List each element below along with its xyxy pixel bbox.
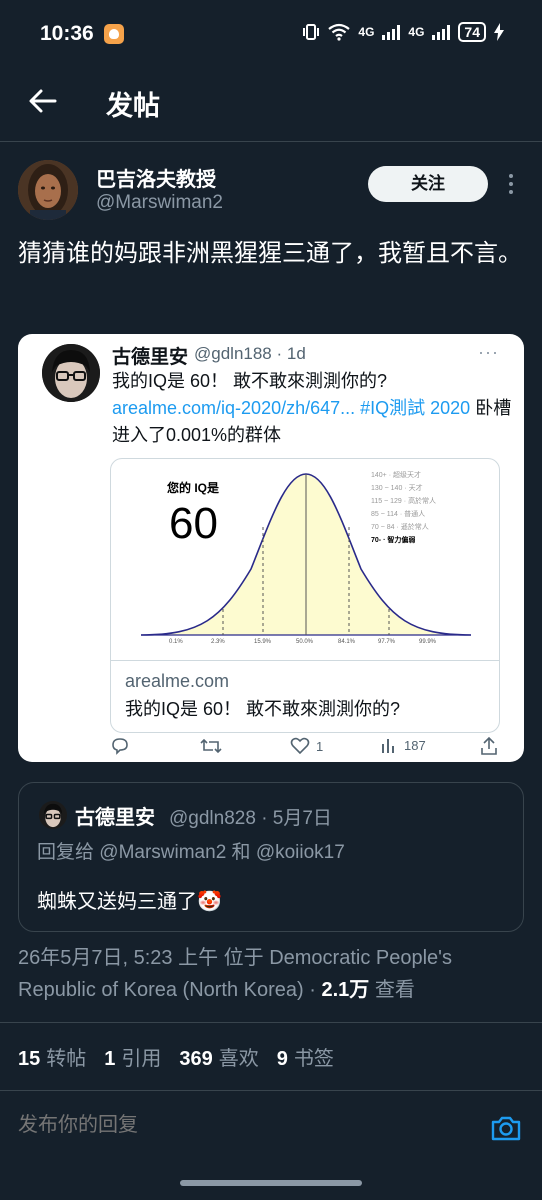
post-stats: 15 转帖 1 引用 369 喜欢 9 书签	[18, 1042, 334, 1071]
embed-reply-icon	[110, 736, 130, 756]
legend-label: 遜於常人	[400, 524, 429, 531]
battery-level: 74	[458, 22, 486, 42]
link-preview-card: 您的 IQ是 60 140+ · 超级天才 130 ~ 140 · 天才 115…	[110, 458, 500, 733]
embed-avatar	[42, 344, 100, 402]
percentile-label: 50.0%	[296, 639, 314, 645]
legend-range: 70-	[371, 537, 382, 544]
stat-label: 引用	[121, 1048, 162, 1070]
embed-heart-icon	[290, 737, 310, 755]
embed-retweet-icon	[200, 736, 222, 756]
quote-avatar	[39, 801, 67, 829]
stat-count: 9	[276, 1048, 288, 1070]
home-indicator[interactable]	[180, 1180, 362, 1186]
reply-input[interactable]	[18, 1114, 458, 1137]
more-options-icon[interactable]	[506, 172, 516, 196]
signal-icon-2	[432, 24, 451, 40]
header: 发帖	[0, 66, 542, 142]
status-time: 10:36	[40, 22, 94, 45]
percentile-label: 15.9%	[254, 639, 272, 645]
charging-icon	[494, 23, 504, 41]
percentile-label: 2.3%	[211, 639, 225, 645]
legend-label: 高於常人	[408, 498, 437, 505]
views-count: 2.1万	[321, 979, 370, 1001]
network-type-1: 4G	[358, 25, 375, 39]
embed-more-icon: ···	[478, 342, 499, 362]
embed-action-bar: 1 187	[110, 736, 510, 760]
divider	[0, 1090, 542, 1091]
vibrate-icon	[303, 24, 320, 40]
app-notification-icon	[104, 24, 124, 44]
quote-reply-to: 回复给 @Marswiman2 和 @koiiok17	[37, 842, 345, 863]
stat-bookmarks[interactable]: 9 书签	[277, 1042, 334, 1071]
legend-label: 超级天才	[393, 472, 422, 479]
legend-label: 普通人	[404, 511, 426, 518]
legend-range: 70 ~ 84	[371, 524, 395, 531]
status-bar: 10:36 4G 4G 74	[0, 0, 542, 66]
embed-author-handle: @gdln188 · 1d	[194, 344, 306, 363]
percentile-label: 84.1%	[338, 639, 356, 645]
legend-range: 130 ~ 140	[371, 485, 403, 492]
embed-views-count: 187	[404, 737, 426, 753]
author-name[interactable]: 巴吉洛夫教授	[96, 163, 216, 192]
embed-like-count: 1	[316, 738, 324, 754]
embedded-image[interactable]: 古德里安 @gdln188 · 1d ··· 我的IQ是 60！ 敢不敢來測測你…	[18, 334, 524, 762]
embed-views-icon	[382, 739, 394, 753]
link-preview-site: arealme.com	[125, 671, 230, 691]
legend-label: 天才	[408, 485, 423, 492]
follow-button[interactable]: 关注	[368, 166, 488, 202]
legend-label: 智力偏弱	[387, 537, 416, 544]
iq-legend: 140+ · 超级天才 130 ~ 140 · 天才 115 ~ 129 · 高…	[371, 472, 437, 544]
embed-share-icon	[480, 736, 498, 756]
embed-like: 1	[290, 736, 323, 756]
stat-reposts[interactable]: 15 转帖	[18, 1042, 86, 1071]
post-meta: 26年5月7日, 5:23 上午 位于 Democratic People's …	[18, 942, 528, 1006]
quote-author-meta: @gdln828 · 5月7日	[169, 808, 332, 829]
iq-value: 60	[169, 499, 218, 548]
embed-author-name: 古德里安	[112, 347, 189, 368]
stat-count: 15	[18, 1048, 41, 1070]
divider	[0, 1022, 542, 1023]
status-icons: 4G 4G 74	[302, 22, 504, 42]
quote-text: 蜘蛛又送妈三通了🤡	[37, 891, 222, 913]
percentile-labels: 0.1% 2.3% 15.9% 50.0% 84.1% 97.7% 99.9%	[111, 639, 499, 653]
percentile-label: 0.1%	[169, 639, 183, 645]
link-preview-caption: 我的IQ是 60！ 敢不敢來測測你的?	[125, 699, 401, 719]
stat-count: 1	[104, 1048, 116, 1070]
legend-range: 140+	[371, 472, 387, 479]
author-avatar[interactable]	[18, 160, 78, 220]
network-type-2: 4G	[408, 25, 425, 39]
embed-text-line1: 我的IQ是 60！ 敢不敢來測測你的?	[112, 371, 388, 391]
stat-label: 转帖	[46, 1048, 87, 1070]
percentile-label: 99.9%	[419, 639, 437, 645]
quoted-post[interactable]: 古德里安 @gdln828 · 5月7日 回复给 @Marswiman2 和 @…	[18, 782, 524, 932]
signal-icon	[382, 24, 401, 40]
post-text: 猜猜谁的妈跟非洲黑猩猩三通了，我暂且不言。	[18, 240, 522, 267]
stat-label: 喜欢	[218, 1048, 259, 1070]
camera-icon[interactable]	[490, 1112, 522, 1144]
embed-link: arealme.com/iq-2020/zh/647... #IQ測試 2020	[112, 398, 471, 418]
quote-author-name: 古德里安	[75, 807, 155, 829]
stat-likes[interactable]: 369 喜欢	[179, 1042, 258, 1071]
author-handle[interactable]: @Marswiman2	[96, 192, 223, 214]
stat-label: 书签	[293, 1048, 334, 1070]
legend-range: 115 ~ 129	[371, 498, 402, 505]
embed-views: 187	[380, 736, 426, 754]
views-label: 查看	[369, 979, 415, 1001]
iq-label: 您的 IQ是	[167, 481, 220, 495]
iq-graph: 您的 IQ是 60 140+ · 超级天才 130 ~ 140 · 天才 115…	[111, 459, 499, 661]
percentile-label: 97.7%	[378, 639, 396, 645]
page-title: 发帖	[106, 91, 160, 121]
stat-count: 369	[179, 1048, 213, 1070]
wifi-icon	[328, 23, 351, 41]
stat-quotes[interactable]: 1 引用	[104, 1042, 161, 1071]
back-arrow-icon[interactable]	[26, 84, 60, 118]
embed-text: 我的IQ是 60！ 敢不敢來測測你的? arealme.com/iq-2020/…	[112, 368, 512, 449]
legend-range: 85 ~ 114	[371, 511, 398, 518]
